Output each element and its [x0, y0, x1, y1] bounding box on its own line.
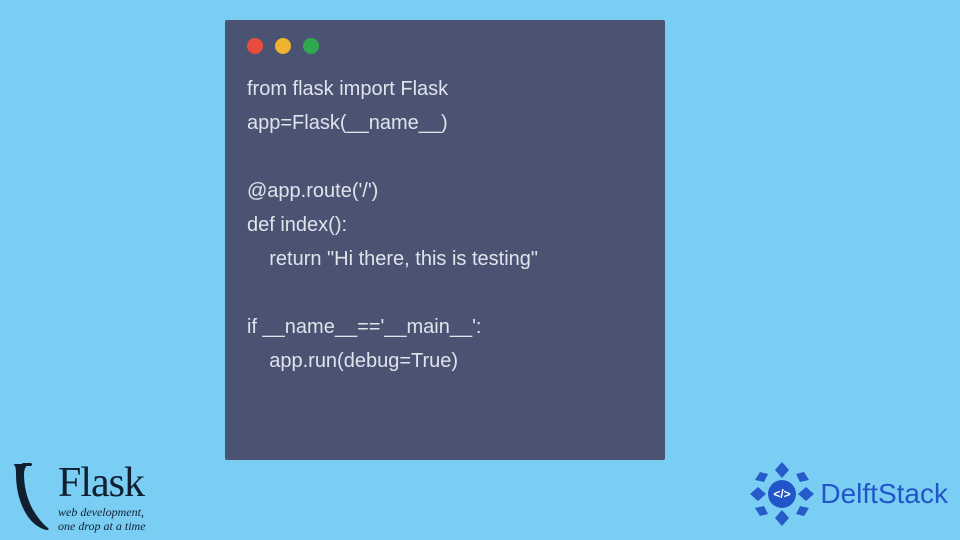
- delftstack-badge-icon: </>: [748, 460, 816, 528]
- flask-subtitle-1: web development,: [58, 506, 146, 518]
- svg-text:</>: </>: [774, 487, 791, 501]
- code-content: from flask import Flask app=Flask(__name…: [247, 72, 643, 378]
- minimize-icon: [275, 38, 291, 54]
- flask-subtitle-2: one drop at a time: [58, 520, 146, 532]
- code-window: from flask import Flask app=Flask(__name…: [225, 20, 665, 460]
- close-icon: [247, 38, 263, 54]
- flask-logo: Flask web development, one drop at a tim…: [10, 462, 146, 532]
- window-traffic-lights: [247, 38, 643, 54]
- zoom-icon: [303, 38, 319, 54]
- delftstack-logo: </> DelftStack: [748, 460, 948, 528]
- flask-title: Flask: [58, 462, 146, 504]
- flask-horn-icon: [10, 462, 52, 532]
- delftstack-name: DelftStack: [820, 478, 948, 510]
